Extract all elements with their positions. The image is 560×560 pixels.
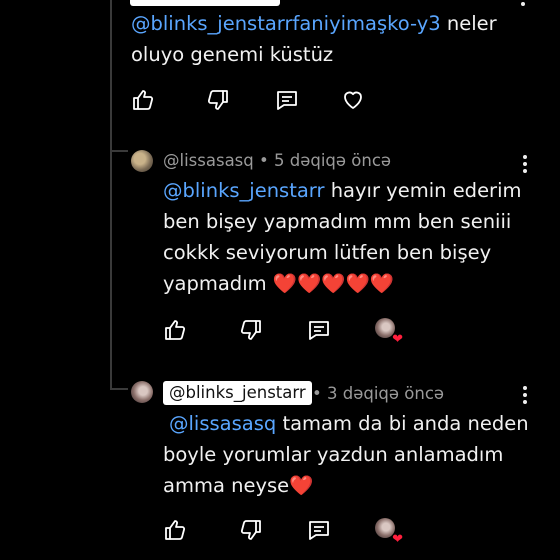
comment-text-line: cokkk seviyorum lütfen ben bişey <box>163 241 492 264</box>
more-options-icon[interactable] <box>522 155 528 177</box>
mention-link[interactable]: @blinks_jenstarrfaniyimaşko-y3 <box>131 12 441 35</box>
comment-text-line: @blinks_jenstarr hayır yemin ederim <box>163 179 522 202</box>
comment-meta: @lissasasq • 5 dəqiqə öncə <box>163 151 391 170</box>
avatar[interactable] <box>131 381 153 403</box>
author-name[interactable]: @lissasasq <box>163 151 254 170</box>
thread-connector <box>110 150 128 152</box>
dislike-icon[interactable] <box>206 88 230 112</box>
dislike-icon[interactable] <box>239 318 263 342</box>
like-icon[interactable] <box>131 88 155 112</box>
more-options-icon[interactable] <box>520 0 526 10</box>
timestamp: • 3 dəqiqə öncə <box>312 384 445 403</box>
comment-text-line: oluyo genemi küstüz <box>131 43 334 66</box>
mention-link[interactable]: @blinks_jenstarr <box>163 179 325 202</box>
like-icon[interactable] <box>163 518 187 542</box>
more-options-icon[interactable] <box>522 386 528 408</box>
comment-text-line: amma neyse❤️ <box>163 474 314 497</box>
comment-text-line: @lissasasq tamam da bi anda neden <box>169 412 529 435</box>
comment-text-line: yapmadım ❤️❤️❤️❤️❤️ <box>163 272 395 295</box>
reply-icon[interactable] <box>307 318 331 342</box>
avatar[interactable] <box>131 150 153 172</box>
comment-text-line: @blinks_jenstarrfaniyimaşko-y3 neler <box>131 12 497 35</box>
reply-icon[interactable] <box>275 88 299 112</box>
creator-heart-icon: ❤ <box>375 518 403 546</box>
comment-text-line: boyle yorumlar yazdun anlamadım <box>163 443 504 466</box>
meta-cropped <box>292 0 422 4</box>
heart-icon[interactable] <box>341 88 365 112</box>
like-icon[interactable] <box>163 318 187 342</box>
timestamp: • 5 dəqiqə öncə <box>253 151 392 170</box>
reply-icon[interactable] <box>307 518 331 542</box>
dislike-icon[interactable] <box>239 518 263 542</box>
author-badge[interactable]: @blinks_jenstarr <box>163 381 312 405</box>
thread-line <box>110 0 112 390</box>
mention-link[interactable]: @lissasasq <box>169 412 276 435</box>
comment-text-line: ben bişey yapmadım mm ben seniii <box>163 210 512 233</box>
creator-heart-icon: ❤ <box>375 318 403 346</box>
author-badge-cropped <box>130 0 280 6</box>
thread-connector <box>110 388 128 390</box>
